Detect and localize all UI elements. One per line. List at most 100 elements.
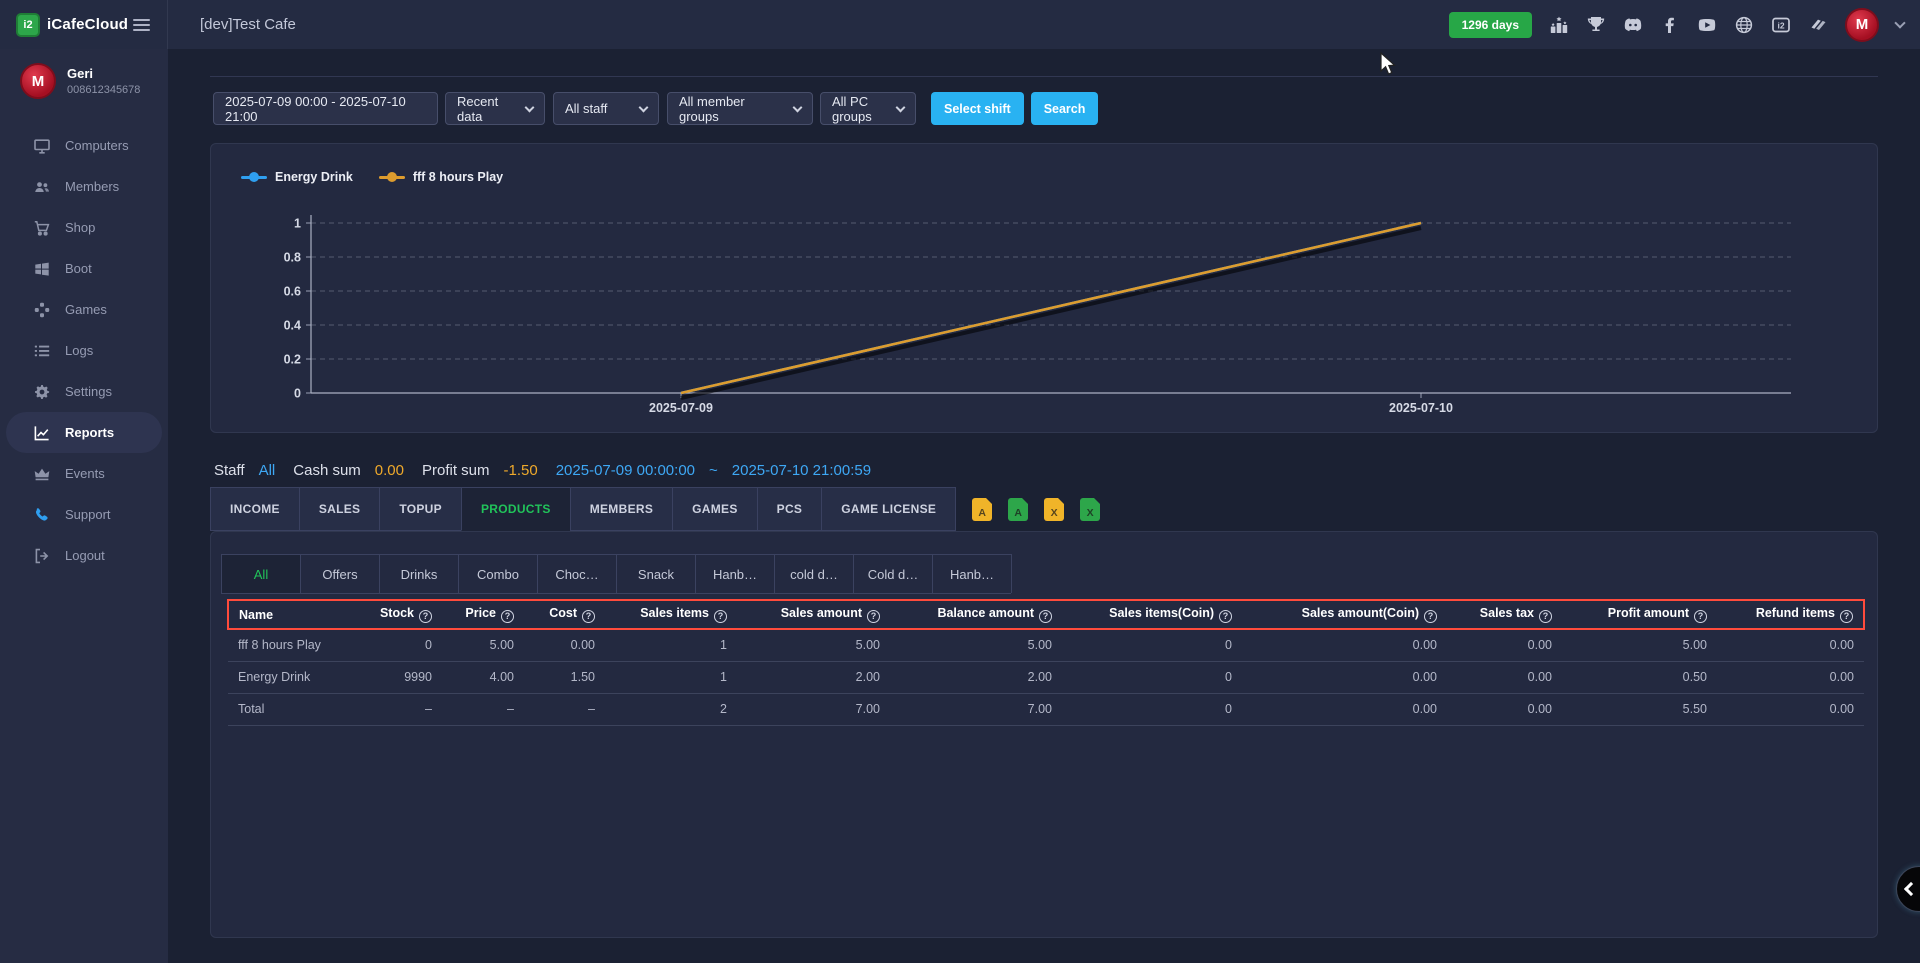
cell-name: Total [228, 693, 348, 725]
youtube-icon[interactable] [1697, 15, 1717, 35]
layers-icon[interactable] [1808, 15, 1828, 35]
tab-income[interactable]: INCOME [210, 487, 300, 531]
sidebar-item-label: Computers [65, 138, 129, 153]
sidebar-item-shop[interactable]: Shop [6, 207, 162, 248]
help-icon[interactable]: ? [867, 610, 880, 623]
menu-toggle-icon[interactable] [130, 16, 153, 34]
product-category-tabs: AllOffersDrinksComboChoc…SnackHanb…cold … [221, 554, 1011, 594]
column-header-sales-amount-coin: Sales amount(Coin)? [1242, 600, 1447, 629]
category-tab-cold-d[interactable]: Cold d… [853, 554, 933, 593]
category-tab-combo[interactable]: Combo [458, 554, 538, 593]
tab-game-license[interactable]: GAME LICENSE [821, 487, 956, 531]
sidebar-user-card[interactable]: M Geri 008612345678 [0, 49, 168, 113]
chevron-down-icon[interactable] [1894, 17, 1905, 28]
member-group-select[interactable]: All member groups [667, 92, 813, 125]
leaderboard-icon[interactable] [1549, 15, 1569, 35]
sidebar-item-logout[interactable]: Logout [6, 535, 162, 576]
globe-icon[interactable] [1734, 15, 1754, 35]
brand-logo[interactable]: i2 iCafeCloud [16, 13, 128, 37]
discord-icon[interactable] [1623, 15, 1643, 35]
tab-sales[interactable]: SALES [299, 487, 381, 531]
user-avatar[interactable]: M [1845, 8, 1879, 42]
sidebar-item-boot[interactable]: Boot [6, 248, 162, 289]
column-header-profit-amount: Profit amount? [1562, 600, 1717, 629]
table-row-energy-drink: Energy Drink99904.001.5012.002.0000.000.… [228, 661, 1864, 693]
export-pdf-green-icon[interactable]: A [1008, 498, 1028, 521]
category-tab-all[interactable]: All [221, 554, 301, 593]
facebook-icon[interactable] [1660, 15, 1680, 35]
sidebar-item-computers[interactable]: Computers [6, 125, 162, 166]
sidebar-item-label: Members [65, 179, 119, 194]
category-tab-hanb[interactable]: Hanb… [932, 554, 1012, 593]
cart-icon [33, 219, 51, 237]
category-tab-choc[interactable]: Choc… [537, 554, 617, 593]
sidebar-item-settings[interactable]: Settings [6, 371, 162, 412]
tab-members[interactable]: MEMBERS [570, 487, 673, 531]
cell-value: 1 [605, 629, 737, 661]
export-pdf-yellow-icon[interactable]: A [972, 498, 992, 521]
category-tab-hanb[interactable]: Hanb… [695, 554, 775, 593]
phone-icon [33, 506, 51, 524]
category-tab-snack[interactable]: Snack [616, 554, 696, 593]
chevron-down-icon [525, 102, 535, 112]
category-tab-cold-d[interactable]: cold d… [774, 554, 854, 593]
icafecloud-app-icon[interactable]: i2 [1771, 15, 1791, 35]
staff-value[interactable]: All [259, 462, 276, 479]
svg-text:0: 0 [294, 387, 301, 401]
category-tab-drinks[interactable]: Drinks [379, 554, 459, 593]
date-range-input[interactable]: 2025-07-09 00:00 - 2025-07-10 21:00 [213, 92, 438, 125]
help-icon[interactable]: ? [1840, 610, 1853, 623]
help-icon[interactable]: ? [1539, 610, 1552, 623]
trophy-icon[interactable] [1586, 15, 1606, 35]
tab-topup[interactable]: TOPUP [379, 487, 462, 531]
staff-select[interactable]: All staff [553, 92, 659, 125]
cash-sum-value: 0.00 [375, 462, 404, 479]
sales-chart-card: Energy Drinkfff 8 hours Play 00.20.40.60… [210, 143, 1878, 433]
pc-group-select[interactable]: All PC groups [820, 92, 916, 125]
sidebar-item-events[interactable]: Events [6, 453, 162, 494]
tab-pcs[interactable]: PCS [757, 487, 823, 531]
column-header-sales-items-coin: Sales items(Coin)? [1062, 600, 1242, 629]
cell-value: 5.00 [442, 629, 524, 661]
cell-value: 0.00 [1242, 693, 1447, 725]
license-days-badge[interactable]: 1296 days [1449, 12, 1532, 38]
help-icon[interactable]: ? [1219, 610, 1232, 623]
sidebar-item-label: Boot [65, 261, 92, 276]
help-icon[interactable]: ? [1039, 610, 1052, 623]
sidebar-item-logs[interactable]: Logs [6, 330, 162, 371]
export-excel-green-icon[interactable]: X [1080, 498, 1100, 521]
user-phone: 008612345678 [67, 84, 140, 96]
chevron-down-icon [896, 102, 906, 112]
cell-value: 7.00 [737, 693, 890, 725]
help-icon[interactable]: ? [419, 610, 432, 623]
column-header-stock: Stock? [348, 600, 442, 629]
sidebar-item-support[interactable]: Support [6, 494, 162, 535]
help-icon[interactable]: ? [501, 610, 514, 623]
computers-icon [33, 137, 51, 155]
help-icon[interactable]: ? [582, 610, 595, 623]
products-table: NameStock?Price?Cost?Sales items?Sales a… [227, 599, 1865, 726]
export-excel-yellow-icon[interactable]: X [1044, 498, 1064, 521]
help-icon[interactable]: ? [714, 610, 727, 623]
data-type-select[interactable]: Recent data [445, 92, 545, 125]
table-body: fff 8 hours Play05.000.0015.005.0000.000… [228, 629, 1864, 725]
help-icon[interactable]: ? [1424, 610, 1437, 623]
help-icon[interactable]: ? [1694, 610, 1707, 623]
category-tab-offers[interactable]: Offers [300, 554, 380, 593]
content-divider [210, 76, 1878, 77]
sidebar-item-games[interactable]: Games [6, 289, 162, 330]
cell-value: 0.00 [1447, 661, 1562, 693]
search-button[interactable]: Search [1031, 92, 1099, 125]
sidebar-item-members[interactable]: Members [6, 166, 162, 207]
svg-text:2025-07-10: 2025-07-10 [1389, 401, 1453, 415]
staff-label: Staff [214, 462, 245, 479]
icafecloud-logo-icon: i2 [16, 13, 40, 37]
tab-games[interactable]: GAMES [672, 487, 758, 531]
brand-name: iCafeCloud [47, 16, 128, 33]
period-start: 2025-07-09 00:00:00 [556, 462, 695, 479]
sidebar-item-reports[interactable]: Reports [6, 412, 162, 453]
select-shift-button[interactable]: Select shift [931, 92, 1024, 125]
tab-products[interactable]: PRODUCTS [461, 487, 571, 531]
cell-value: 0.00 [1242, 661, 1447, 693]
sidebar-item-label: Settings [65, 384, 112, 399]
